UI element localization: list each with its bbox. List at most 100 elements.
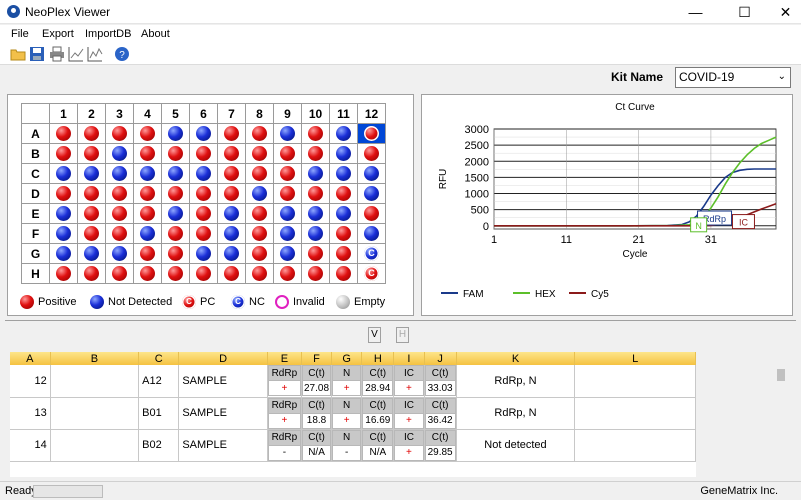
plate-well[interactable] — [273, 163, 302, 184]
plate-well[interactable] — [273, 203, 302, 224]
plate-well[interactable] — [245, 203, 274, 224]
plate-well[interactable] — [105, 263, 134, 284]
plate-well[interactable] — [189, 163, 218, 184]
result-cell[interactable]: RdRp, N — [456, 397, 576, 430]
plate-well[interactable] — [217, 163, 246, 184]
plate-well[interactable] — [133, 143, 162, 164]
plate-well[interactable] — [329, 243, 358, 264]
plate-well[interactable] — [49, 243, 78, 264]
plate-column-header[interactable]: 8 — [245, 103, 274, 124]
plate-well[interactable] — [329, 203, 358, 224]
plate-well[interactable] — [301, 143, 330, 164]
plate-well[interactable] — [49, 263, 78, 284]
plate-well[interactable] — [217, 243, 246, 264]
plate-well[interactable] — [189, 183, 218, 204]
target-cell[interactable]: N + — [331, 397, 363, 430]
target-cell[interactable]: C(t) 27.08 — [301, 365, 333, 398]
plate-row-header[interactable]: G — [21, 243, 50, 264]
plate-well[interactable] — [245, 183, 274, 204]
plate-well[interactable] — [217, 223, 246, 244]
plate-well[interactable] — [77, 203, 106, 224]
plate-well[interactable] — [49, 183, 78, 204]
plate-well[interactable] — [301, 163, 330, 184]
plate-well[interactable] — [133, 203, 162, 224]
plate-well[interactable] — [273, 223, 302, 244]
plate-well[interactable] — [49, 123, 78, 144]
target-cell[interactable]: RdRp + — [267, 365, 302, 398]
grid-column-header[interactable]: B — [50, 352, 140, 365]
plate-row-header[interactable]: D — [21, 183, 50, 204]
maximize-button[interactable]: ☐ — [729, 0, 760, 24]
line-chart-icon[interactable] — [68, 46, 84, 62]
plate-well[interactable] — [329, 163, 358, 184]
plate-well[interactable] — [161, 183, 190, 204]
plate-well[interactable] — [189, 203, 218, 224]
plate-well[interactable] — [217, 203, 246, 224]
horizontal-view-button[interactable]: H — [396, 327, 409, 343]
plate-well[interactable] — [105, 123, 134, 144]
plate-well[interactable] — [161, 223, 190, 244]
target-cell[interactable]: C(t) 36.42 — [424, 397, 457, 430]
empty-cell[interactable] — [50, 429, 140, 462]
menu-importdb[interactable]: ImportDB — [85, 28, 131, 40]
close-button[interactable]: ✕ — [770, 0, 801, 24]
plate-well[interactable] — [329, 143, 358, 164]
plate-well[interactable] — [77, 223, 106, 244]
plate-well[interactable] — [301, 243, 330, 264]
help-icon[interactable]: ? — [114, 46, 130, 62]
plate-well[interactable] — [77, 143, 106, 164]
target-cell[interactable]: N + — [331, 365, 363, 398]
target-cell[interactable]: RdRp + — [267, 397, 302, 430]
plate-well[interactable] — [245, 263, 274, 284]
table-row[interactable]: 13 B01 SAMPLE RdRp + C(t) 18.8 N + C(t) 16.69 IC + C(… — [10, 397, 696, 430]
plate-column-header[interactable]: 12 — [357, 103, 386, 124]
well-cell[interactable]: A12 — [138, 365, 180, 398]
target-cell[interactable]: C(t) N/A — [301, 429, 333, 462]
plate-well[interactable] — [133, 123, 162, 144]
plate-well[interactable] — [105, 243, 134, 264]
plate-well[interactable] — [357, 183, 386, 204]
plate-well[interactable] — [245, 123, 274, 144]
target-cell[interactable]: C(t) 28.94 — [361, 365, 395, 398]
plate-well[interactable] — [217, 263, 246, 284]
grid-column-header[interactable]: A — [10, 352, 51, 365]
grid-column-header[interactable]: D — [178, 352, 268, 365]
grid-column-header[interactable]: G — [331, 352, 363, 365]
plate-well[interactable] — [329, 263, 358, 284]
empty-cell[interactable] — [50, 397, 140, 430]
plate-well[interactable] — [301, 123, 330, 144]
plate-well[interactable] — [273, 123, 302, 144]
plate-well[interactable] — [133, 243, 162, 264]
plate-well[interactable] — [133, 263, 162, 284]
row-number-cell[interactable]: 12 — [10, 365, 51, 398]
grid-column-header[interactable]: C — [138, 352, 180, 365]
plate-well[interactable] — [357, 163, 386, 184]
plate-column-header[interactable]: 6 — [189, 103, 218, 124]
plate-well[interactable] — [189, 263, 218, 284]
plate-well[interactable] — [77, 183, 106, 204]
bar-chart-icon[interactable] — [87, 46, 103, 62]
empty-cell[interactable] — [574, 397, 696, 430]
plate-well[interactable] — [217, 123, 246, 144]
grid-column-header[interactable]: E — [267, 352, 302, 365]
row-number-cell[interactable]: 14 — [10, 429, 51, 462]
result-cell[interactable]: Not detected — [456, 429, 576, 462]
plate-row-header[interactable]: F — [21, 223, 50, 244]
well-cell[interactable]: B01 — [138, 397, 180, 430]
plate-column-header[interactable]: 10 — [301, 103, 330, 124]
plate-well[interactable] — [189, 123, 218, 144]
plate-well[interactable] — [105, 143, 134, 164]
target-cell[interactable]: C(t) 18.8 — [301, 397, 333, 430]
scroll-thumb[interactable] — [777, 369, 785, 381]
sample-name-cell[interactable]: SAMPLE — [178, 429, 268, 462]
plate-column-header[interactable]: 3 — [105, 103, 134, 124]
plate-column-header[interactable]: 5 — [161, 103, 190, 124]
grid-column-header[interactable]: F — [301, 352, 333, 365]
vertical-view-button[interactable]: V — [368, 327, 381, 343]
target-cell[interactable]: IC + — [393, 429, 425, 462]
plate-column-header[interactable]: 11 — [329, 103, 358, 124]
plate-well[interactable] — [301, 183, 330, 204]
target-cell[interactable]: C(t) N/A — [361, 429, 395, 462]
plate-well[interactable] — [161, 123, 190, 144]
plate-well[interactable] — [133, 223, 162, 244]
